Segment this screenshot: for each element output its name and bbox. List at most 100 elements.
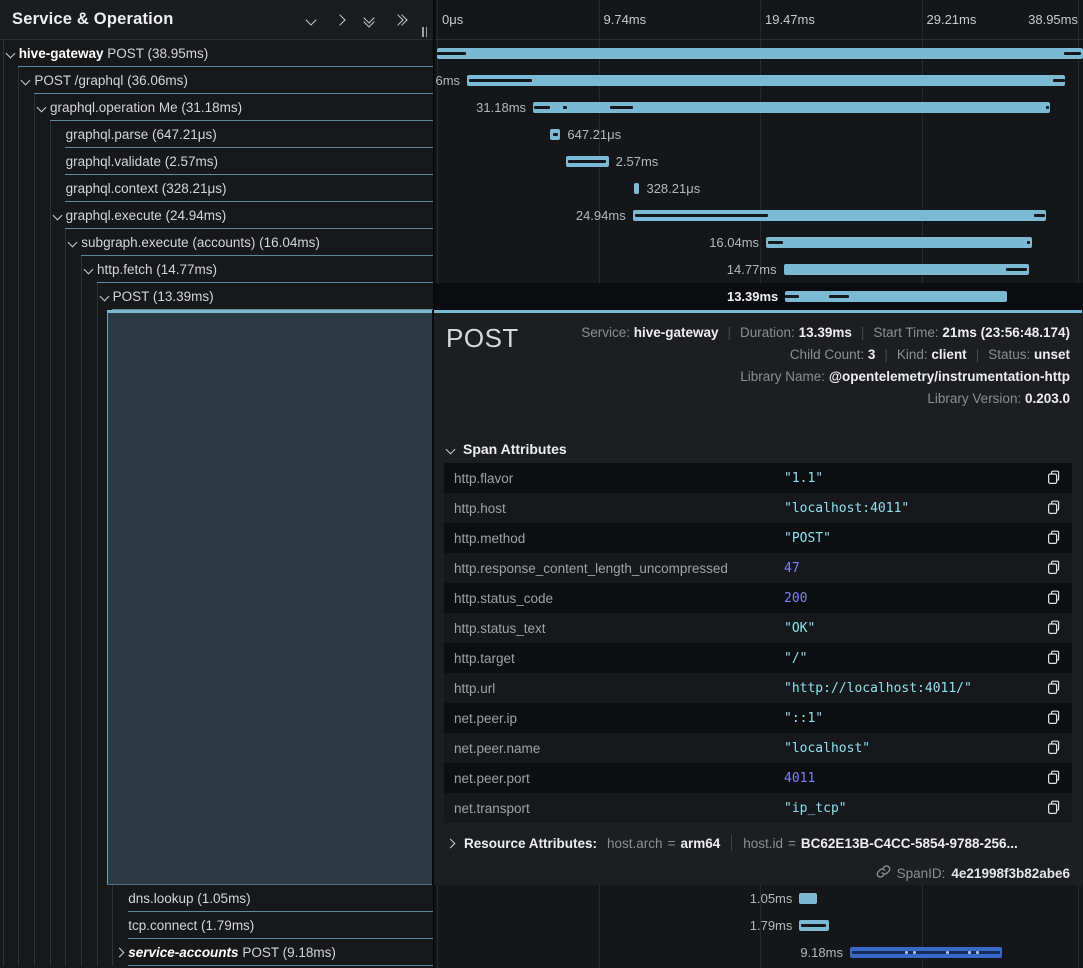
child-span-mark xyxy=(768,241,783,244)
copy-button[interactable] xyxy=(1047,470,1061,485)
span-row-label: dns.lookup (1.05ms) xyxy=(128,885,250,912)
resource-value: BC62E13B-C4CC-5854-9788-256... xyxy=(801,836,1018,851)
timeline-row[interactable]: 38.95ms xyxy=(435,40,1083,67)
axis-tick-label: 19.47ms xyxy=(765,0,815,39)
timeline-row[interactable]: 13.39ms xyxy=(435,283,1083,310)
chevron-down-icon[interactable] xyxy=(5,49,15,59)
span-row[interactable]: dns.lookup (1.05ms) xyxy=(0,885,433,912)
span-row[interactable]: graphql.validate (2.57ms) xyxy=(0,148,433,175)
chevron-down-icon[interactable] xyxy=(21,76,31,86)
timeline-row[interactable]: 24.94ms xyxy=(435,202,1083,229)
span-attributes-header[interactable]: Span Attributes xyxy=(447,441,567,457)
span-row[interactable]: graphql.parse (647.21μs) xyxy=(0,121,433,148)
chevron-down-icon[interactable] xyxy=(99,292,109,302)
timeline-row[interactable]: 1.05ms xyxy=(435,885,1083,912)
chevron-down-icon[interactable] xyxy=(37,103,47,113)
copy-button[interactable] xyxy=(1047,800,1061,815)
axis-tick-label: 38.95ms xyxy=(1028,0,1078,39)
attribute-key: http.status_code xyxy=(454,591,553,606)
span-row[interactable]: graphql.execute (24.94ms) xyxy=(0,202,433,229)
indent-guide xyxy=(112,912,113,939)
indent-guide xyxy=(18,885,19,912)
indent-guide xyxy=(18,202,19,229)
field-label: Duration: xyxy=(740,325,799,340)
span-bar[interactable] xyxy=(550,129,561,140)
timeline-row[interactable]: 16.04ms xyxy=(435,229,1083,256)
span-bar[interactable] xyxy=(850,947,1002,958)
selected-span-highlight xyxy=(107,310,432,885)
copy-button[interactable] xyxy=(1047,560,1061,575)
row-underline xyxy=(128,965,433,966)
indent-guide xyxy=(18,229,19,256)
span-row[interactable]: http.fetch (14.77ms) xyxy=(0,256,433,283)
span-bar[interactable] xyxy=(633,210,1047,221)
indent-guide xyxy=(34,94,35,121)
copy-button[interactable] xyxy=(1047,530,1061,545)
indent-guide xyxy=(81,912,82,939)
top-region: Service & Operation hive-gateway POST (3… xyxy=(0,0,1083,310)
axis-tick-label: 9.74ms xyxy=(604,0,647,39)
span-bar[interactable] xyxy=(784,264,1029,275)
timeline-row[interactable]: 2.57ms xyxy=(435,148,1083,175)
resource-attributes-row[interactable]: Resource Attributes:host.arch=arm64host.… xyxy=(447,835,1018,851)
indent-guide xyxy=(18,912,19,939)
chevron-down-icon[interactable] xyxy=(52,211,62,221)
timeline-row[interactable]: 36.06ms xyxy=(435,67,1083,94)
chevron-down-icon[interactable] xyxy=(83,265,93,275)
indent-guide xyxy=(3,94,4,121)
span-bar[interactable] xyxy=(634,183,639,194)
equals-sign: = xyxy=(788,836,796,851)
span-duration-label: 2.57ms xyxy=(616,148,659,175)
span-bar[interactable] xyxy=(799,920,829,931)
copy-button[interactable] xyxy=(1047,740,1061,755)
detail-meta-line: Child Count: 3|Kind: client|Status: unse… xyxy=(581,344,1070,366)
span-row[interactable]: service-accounts POST (9.18ms) xyxy=(0,939,433,966)
chevron-down-icon[interactable] xyxy=(68,238,78,248)
copy-button[interactable] xyxy=(1047,500,1061,515)
span-row[interactable]: POST /graphql (36.06ms) xyxy=(0,67,433,94)
copy-button[interactable] xyxy=(1047,650,1061,665)
indent-guide xyxy=(50,912,51,939)
tree-rows-top: hive-gateway POST (38.95ms)POST /graphql… xyxy=(0,40,433,310)
span-bar[interactable] xyxy=(785,291,1007,302)
timeline-row[interactable]: 328.21μs xyxy=(435,175,1083,202)
double-chevron-down-icon[interactable] xyxy=(365,14,373,26)
attribute-row: http.host"localhost:4011" xyxy=(444,493,1072,523)
timeline-row[interactable]: 1.79ms xyxy=(435,912,1083,939)
double-chevron-right-icon[interactable] xyxy=(394,16,406,24)
span-bar[interactable] xyxy=(766,237,1032,248)
span-row[interactable]: graphql.context (328.21μs) xyxy=(0,175,433,202)
indent-guide xyxy=(34,885,35,912)
span-row[interactable]: hive-gateway POST (38.95ms) xyxy=(0,40,433,67)
copy-button[interactable] xyxy=(1047,680,1061,695)
timeline-row[interactable]: 31.18ms xyxy=(435,94,1083,121)
span-bar[interactable] xyxy=(533,102,1050,113)
attribute-row: http.method"POST" xyxy=(444,523,1072,553)
span-bar[interactable] xyxy=(799,893,816,904)
copy-button[interactable] xyxy=(1047,770,1061,785)
copy-icon xyxy=(1047,502,1061,519)
span-row[interactable]: POST (13.39ms) xyxy=(0,283,433,310)
span-row[interactable]: tcp.connect (1.79ms) xyxy=(0,912,433,939)
panel-resize-handle[interactable] xyxy=(422,27,427,37)
copy-button[interactable] xyxy=(1047,710,1061,725)
timeline-row[interactable]: 647.21μs xyxy=(435,121,1083,148)
copy-button[interactable] xyxy=(1047,620,1061,635)
resource-attributes-title: Resource Attributes: xyxy=(464,836,597,851)
indent-guide xyxy=(65,229,66,256)
chevron-down-icon[interactable] xyxy=(307,16,315,24)
span-bar[interactable] xyxy=(437,48,1083,59)
timeline-row[interactable]: 14.77ms xyxy=(435,256,1083,283)
span-row[interactable]: subgraph.execute (accounts) (16.04ms) xyxy=(0,229,433,256)
chevron-right-icon[interactable] xyxy=(336,16,344,24)
indent-guide xyxy=(50,121,51,148)
timeline-row[interactable]: 9.18ms xyxy=(435,939,1083,966)
indent-guide xyxy=(97,310,98,885)
copy-button[interactable] xyxy=(1047,590,1061,605)
span-bar[interactable] xyxy=(467,75,1065,86)
span-bar[interactable] xyxy=(566,156,609,167)
chevron-right-icon[interactable] xyxy=(115,948,125,958)
span-row[interactable]: graphql.operation Me (31.18ms) xyxy=(0,94,433,121)
indent-guide xyxy=(18,939,19,966)
child-span-mark xyxy=(1034,214,1045,217)
